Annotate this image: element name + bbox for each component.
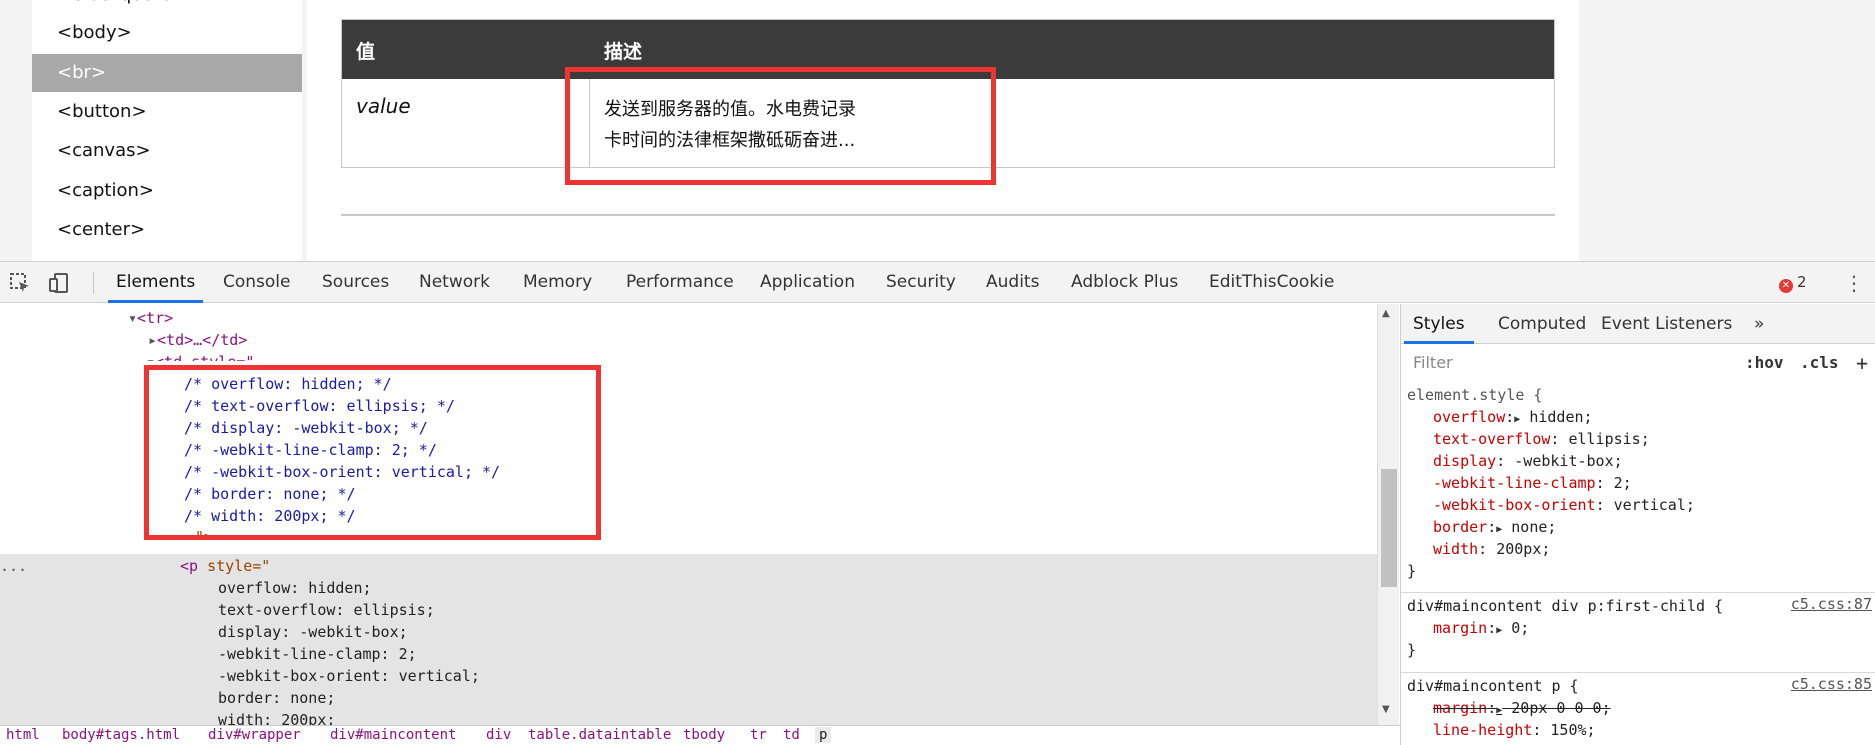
header-value: 值 — [356, 41, 376, 63]
crumb-td[interactable]: td — [783, 727, 800, 743]
new-rule-plus-icon[interactable]: + — [1856, 348, 1868, 378]
p-style-line: text-overflow: ellipsis; — [218, 601, 435, 619]
error-count: 2 — [1797, 273, 1807, 291]
p-style-line: width: 200px; — [218, 711, 336, 725]
crumb-maincontent[interactable]: div#maincontent — [330, 727, 456, 743]
nav-item-body[interactable]: <body> — [32, 14, 302, 52]
device-toggle-icon[interactable] — [47, 271, 71, 295]
rule-selector: div#maincontent p { — [1407, 677, 1579, 695]
tab-elements[interactable]: Elements — [108, 262, 204, 303]
style-prop[interactable]: display: -webkit-box; — [1433, 450, 1623, 472]
rule-selector: element.style { — [1407, 386, 1543, 404]
nav-item-br[interactable]: <br> — [32, 54, 302, 92]
rule-selector: div#maincontent div p:first-child { — [1407, 597, 1724, 615]
style-prop[interactable]: margin:▶ 0; — [1433, 617, 1529, 642]
tag-nav-sidebar: <blockquote> <body> <br> <button> <canva… — [32, 0, 302, 261]
scrollbar-thumb[interactable] — [1381, 469, 1397, 587]
rule-close-brace: } — [1407, 641, 1417, 659]
tab-event-listeners[interactable]: Event Listeners — [1592, 304, 1741, 344]
style-prop[interactable]: text-overflow: ellipsis; — [1433, 428, 1650, 450]
rule-element-style: element.style { overflow:▶ hidden; text-… — [1401, 382, 1875, 594]
p-style-line: overflow: hidden; — [218, 579, 372, 597]
nav-item-blockquote[interactable]: <blockquote> — [32, 0, 302, 14]
inspect-cursor-icon[interactable] — [8, 271, 32, 295]
tab-audits[interactable]: Audits — [978, 262, 1047, 303]
nav-item-canvas[interactable]: <canvas> — [32, 132, 302, 170]
tab-adblock-plus[interactable]: Adblock Plus — [1063, 262, 1186, 303]
tab-memory[interactable]: Memory — [515, 262, 600, 303]
tab-sources[interactable]: Sources — [314, 262, 397, 303]
tab-performance[interactable]: Performance — [618, 262, 742, 303]
cell-value: value — [356, 94, 411, 118]
style-prop[interactable]: line-height: 150%; — [1433, 719, 1596, 741]
rule-first-child: div#maincontent div p:first-child { c5.c… — [1401, 592, 1875, 669]
crumb-p[interactable]: p — [815, 727, 832, 743]
styles-filter-input[interactable]: Filter — [1407, 348, 1735, 378]
styles-pane: Styles Computed Event Listeners » Filter… — [1400, 304, 1875, 745]
p-style-line: display: -webkit-box; — [218, 623, 408, 641]
tab-console[interactable]: Console — [215, 262, 299, 303]
dom-breadcrumb: html body#tags.html div#wrapper div#main… — [0, 725, 1400, 745]
scroll-down-icon[interactable]: ▼ — [1382, 704, 1390, 715]
selected-node-highlight — [0, 554, 1377, 725]
tab-network[interactable]: Network — [411, 262, 498, 303]
tab-editthiscookie[interactable]: EditThisCookie — [1201, 262, 1342, 303]
hover-state-toggle[interactable]: :hov — [1745, 348, 1784, 378]
p-style-line: border: none; — [218, 689, 336, 707]
node-ellipsis-marker[interactable]: ... — [0, 555, 27, 577]
header-description: 描述 — [604, 41, 643, 63]
annotation-box-description — [565, 67, 996, 185]
p-style-line: -webkit-box-orient: vertical; — [218, 667, 480, 685]
crumb-html[interactable]: html — [6, 727, 40, 743]
kebab-menu-icon[interactable]: ⋮ — [1844, 271, 1864, 295]
crumb-wrapper[interactable]: div#wrapper — [208, 727, 301, 743]
dom-node-td-collapsed[interactable]: ▸<td>…</td> — [148, 329, 247, 351]
class-toggle[interactable]: .cls — [1800, 348, 1839, 378]
nav-item-center[interactable]: <center> — [32, 211, 302, 249]
p-style-line: -webkit-line-clamp: 2; — [218, 645, 417, 663]
style-prop[interactable]: width: 200px; — [1433, 538, 1550, 560]
rule-source-link[interactable]: c5.css:85 — [1791, 675, 1872, 693]
tab-styles[interactable]: Styles — [1404, 304, 1474, 344]
style-prop[interactable]: -webkit-box-orient: vertical; — [1433, 494, 1695, 516]
crumb-table[interactable]: table.dataintable — [528, 727, 671, 743]
error-counter[interactable]: ✕ 2 — [1779, 273, 1807, 293]
toolbar-separator — [93, 272, 94, 294]
devtools-toolbar: Elements Console Sources Network Memory … — [0, 261, 1875, 303]
rule-maincontent-p: div#maincontent p { c5.css:85 margin:▶ 2… — [1401, 672, 1875, 745]
dom-node-td-style[interactable]: ▾<td style=" — [146, 351, 254, 361]
tabs-overflow-icon[interactable]: » — [1745, 304, 1773, 344]
dom-node-tr[interactable]: ▾<tr> — [128, 307, 173, 329]
scroll-up-icon[interactable]: ▲ — [1382, 308, 1390, 319]
error-circle-icon: ✕ — [1779, 279, 1793, 293]
tab-computed[interactable]: Computed — [1489, 304, 1595, 344]
dom-node-p-style[interactable]: <p style=" — [180, 555, 270, 577]
style-prop[interactable]: -webkit-line-clamp: 2; — [1433, 472, 1632, 494]
crumb-tr[interactable]: tr — [750, 727, 767, 743]
styles-tabbar: Styles Computed Event Listeners » — [1401, 304, 1875, 344]
crumb-div[interactable]: div — [486, 727, 511, 743]
nav-item-button[interactable]: <button> — [32, 93, 302, 131]
rule-close-brace: } — [1407, 562, 1417, 580]
crumb-body[interactable]: body#tags.html — [62, 727, 180, 743]
elements-scrollbar[interactable]: ▲ ▼ — [1377, 304, 1399, 725]
tab-security[interactable]: Security — [878, 262, 964, 303]
crumb-tbody[interactable]: tbody — [683, 727, 725, 743]
annotation-box-comments — [144, 365, 601, 540]
rule-source-link[interactable]: c5.css:87 — [1791, 595, 1872, 613]
nav-item-caption[interactable]: <caption> — [32, 172, 302, 210]
tab-application[interactable]: Application — [752, 262, 863, 303]
horizontal-rule — [341, 214, 1555, 216]
